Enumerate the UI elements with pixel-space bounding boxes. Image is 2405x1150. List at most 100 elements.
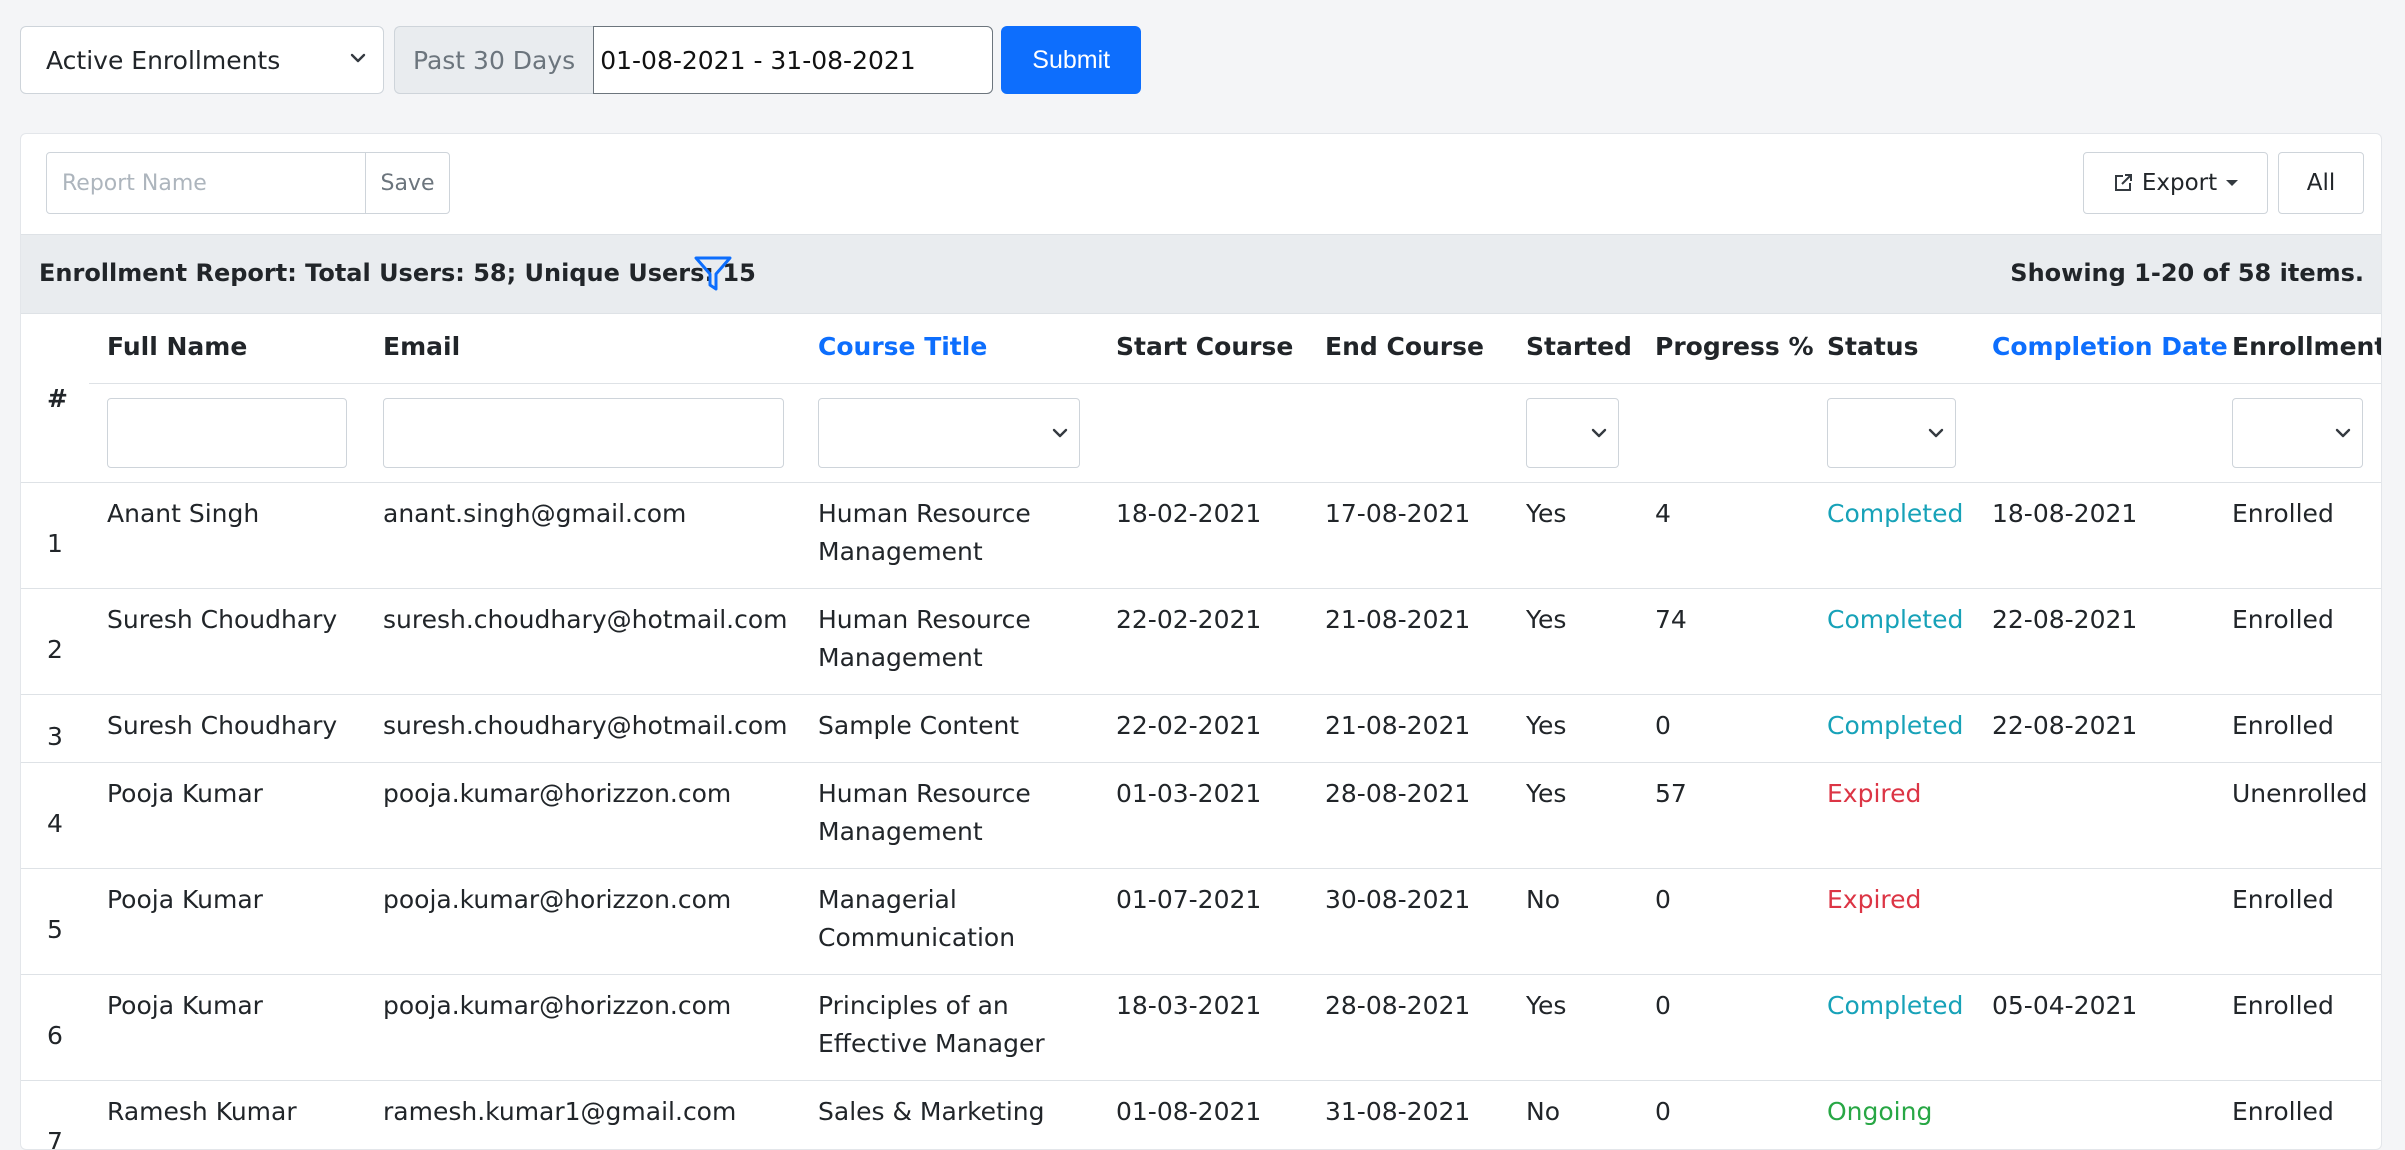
filter-icon[interactable]	[693, 254, 733, 294]
save-button[interactable]: Save	[365, 152, 450, 214]
row-divider	[21, 588, 2381, 589]
chevron-down-icon	[350, 53, 366, 63]
date-range-preset: Past 30 Days	[394, 26, 594, 94]
course-title-cell: Sample Content	[818, 711, 1019, 740]
end-course-cell: 21-08-2021	[1325, 605, 1471, 634]
enrollment-cell: Enrolled	[2232, 885, 2334, 914]
enrollment-report-card: Report Name Save Export All Enrollment R…	[20, 133, 2382, 1150]
course-title-cell: Human Resource Management	[818, 779, 1031, 846]
status-cell: Completed	[1827, 991, 1964, 1020]
status-cell: Expired	[1827, 885, 1922, 914]
col-email[interactable]: Email	[383, 332, 460, 361]
end-course-cell: 31-08-2021	[1325, 1097, 1471, 1126]
start-course-cell: 22-02-2021	[1116, 605, 1262, 634]
col-progress[interactable]: Progress %	[1655, 332, 1814, 361]
row-index: 2	[47, 635, 63, 664]
report-summary-title: Enrollment Report: Total Users: 58; Uniq…	[39, 259, 756, 287]
completion-date-cell: 22-08-2021	[1992, 605, 2138, 634]
col-full-name[interactable]: Full Name	[107, 332, 247, 361]
date-range-input[interactable]: 01-08-2021 - 31-08-2021	[593, 26, 994, 94]
start-course-cell: 01-03-2021	[1116, 779, 1262, 808]
full-name-cell: Anant Singh	[107, 499, 260, 528]
course-title-line: Communication	[818, 923, 1016, 952]
report-filter-bar: Active Enrollments Past 30 Days 01-08-20…	[20, 26, 1142, 94]
course-title-cell: Principles of an Effective Manager	[818, 991, 1045, 1058]
course-title-cell: Human Resource Management	[818, 499, 1031, 566]
end-course-cell: 30-08-2021	[1325, 885, 1471, 914]
row-divider	[21, 974, 2381, 975]
report-name-input[interactable]: Report Name	[46, 152, 366, 214]
report-toolbar: Report Name Save Export All	[46, 152, 2381, 214]
export-label: Export	[2141, 170, 2218, 196]
started-cell: Yes	[1526, 711, 1567, 740]
full-name-cell: Pooja Kumar	[107, 885, 263, 914]
row-divider	[21, 694, 2381, 695]
status-filter-select[interactable]	[1827, 398, 1956, 468]
progress-cell: 57	[1655, 779, 1687, 808]
status-cell: Completed	[1827, 605, 1964, 634]
all-button[interactable]: All	[2278, 152, 2364, 214]
progress-cell: 0	[1655, 711, 1671, 740]
chevron-down-icon	[2335, 428, 2351, 438]
course-title-line: Human Resource	[818, 499, 1031, 528]
status-cell: Completed	[1827, 499, 1964, 528]
started-cell: No	[1526, 1097, 1560, 1126]
email-cell: pooja.kumar@horizzon.com	[383, 885, 732, 914]
email-cell: pooja.kumar@horizzon.com	[383, 991, 732, 1020]
started-filter-select[interactable]	[1526, 398, 1619, 468]
started-cell: No	[1526, 885, 1560, 914]
enrollment-cell: Enrolled	[2232, 991, 2334, 1020]
course-title-line: Human Resource	[818, 605, 1031, 634]
course-title-line: Management	[818, 537, 983, 566]
course-title-line: Management	[818, 817, 983, 846]
enrollment-cell: Enrolled	[2232, 499, 2334, 528]
course-title-filter-select[interactable]	[818, 398, 1080, 468]
col-start-course[interactable]: Start Course	[1116, 332, 1293, 361]
status-cell: Completed	[1827, 711, 1964, 740]
full-name-cell: Ramesh Kumar	[107, 1097, 297, 1126]
full-name-cell: Suresh Choudhary	[107, 605, 338, 634]
end-course-cell: 21-08-2021	[1325, 711, 1471, 740]
export-button[interactable]: Export	[2083, 152, 2268, 214]
course-title-line: Sales & Marketing	[818, 1097, 1045, 1126]
col-completion-date[interactable]: Completion Date	[1992, 332, 2228, 361]
progress-cell: 0	[1655, 885, 1671, 914]
row-divider	[21, 1080, 2381, 1081]
col-status[interactable]: Status	[1827, 332, 1918, 361]
header-divider	[89, 383, 2381, 384]
col-course-title[interactable]: Course Title	[818, 332, 987, 361]
course-title-line: Principles of an	[818, 991, 1009, 1020]
col-end-course[interactable]: End Course	[1325, 332, 1484, 361]
row-divider	[21, 482, 2381, 483]
enrollment-type-select[interactable]: Active Enrollments	[20, 26, 384, 94]
row-divider	[21, 762, 2381, 763]
course-title-cell: Managerial Communication	[818, 885, 1015, 952]
enrollment-filter-select[interactable]	[2232, 398, 2363, 468]
course-title-cell: Human Resource Management	[818, 605, 1031, 672]
progress-cell: 74	[1655, 605, 1687, 634]
course-title-line: Managerial	[818, 885, 957, 914]
col-index: #	[47, 384, 68, 413]
submit-button[interactable]: Submit	[1001, 26, 1142, 94]
progress-cell: 0	[1655, 1097, 1671, 1126]
col-enrollment[interactable]: Enrollment	[2232, 332, 2381, 361]
email-filter-input[interactable]	[383, 398, 784, 468]
row-divider	[21, 868, 2381, 869]
end-course-cell: 28-08-2021	[1325, 779, 1471, 808]
caret-down-icon	[2226, 180, 2239, 186]
email-cell: suresh.choudhary@hotmail.com	[383, 711, 788, 740]
end-course-cell: 28-08-2021	[1325, 991, 1471, 1020]
row-index: 7	[47, 1127, 63, 1150]
col-started[interactable]: Started	[1526, 332, 1632, 361]
row-index: 5	[47, 915, 63, 944]
email-cell: ramesh.kumar1@gmail.com	[383, 1097, 737, 1126]
row-index: 3	[47, 722, 63, 751]
chevron-down-icon	[1052, 428, 1068, 438]
enrollment-cell: Enrolled	[2232, 1097, 2334, 1126]
end-course-cell: 17-08-2021	[1325, 499, 1471, 528]
enrollment-type-value: Active Enrollments	[46, 45, 281, 75]
full-name-filter-input[interactable]	[107, 398, 347, 468]
course-title-cell: Sales & Marketing	[818, 1097, 1045, 1126]
status-cell: Ongoing	[1827, 1097, 1933, 1126]
full-name-cell: Pooja Kumar	[107, 991, 263, 1020]
